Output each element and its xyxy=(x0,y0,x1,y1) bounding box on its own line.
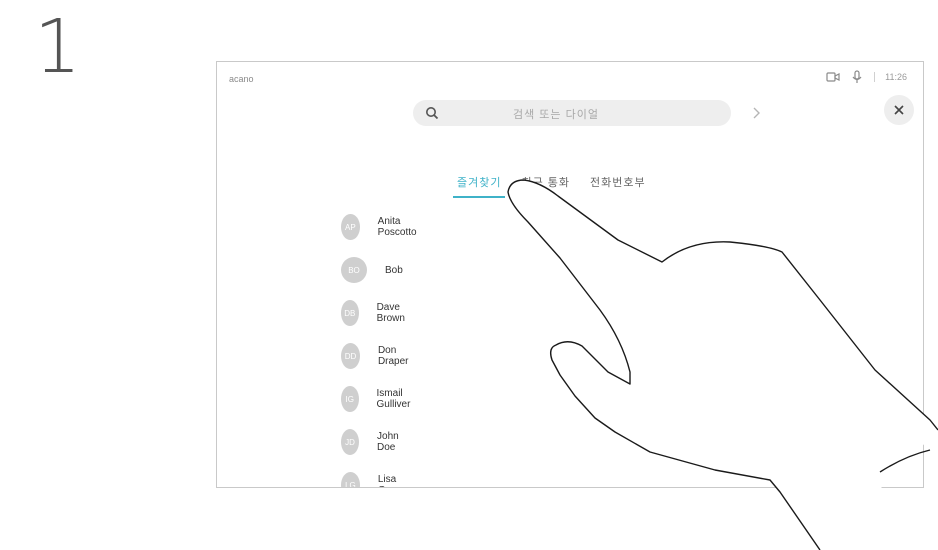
list-item[interactable]: BO Bob xyxy=(341,255,403,285)
avatar: JD xyxy=(341,429,360,455)
list-item[interactable]: IG Ismail Gulliver xyxy=(341,384,419,414)
search-icon xyxy=(425,106,439,120)
avatar: AP xyxy=(341,214,360,240)
close-icon xyxy=(894,105,904,115)
device-name: acano xyxy=(229,74,254,84)
avatar: IG xyxy=(341,386,359,412)
avatar: DB xyxy=(341,300,359,326)
list-item[interactable]: LG Lisa Gonzo xyxy=(341,470,414,487)
avatar: BO xyxy=(341,257,367,283)
clock: 11:26 xyxy=(885,72,907,82)
status-bar: 11:26 xyxy=(826,70,907,84)
close-button[interactable] xyxy=(884,95,914,125)
tab-directory[interactable]: 전화번호부 xyxy=(586,174,650,198)
status-divider xyxy=(874,72,876,82)
list-item[interactable]: JD John Doe xyxy=(341,427,407,457)
avatar: DD xyxy=(341,343,360,369)
list-item[interactable]: DB Dave Brown xyxy=(341,298,413,328)
search-bar[interactable]: 검색 또는 다이얼 xyxy=(413,100,731,126)
camera-icon[interactable] xyxy=(826,70,840,84)
step-number: 1 xyxy=(34,4,82,90)
tab-recent-calls[interactable]: 최근 통화 xyxy=(517,174,574,198)
contact-name: Don Draper xyxy=(377,345,409,367)
avatar: LG xyxy=(341,472,360,487)
tab-favorites[interactable]: 즐겨찾기 xyxy=(453,174,506,198)
tab-bar: 즐겨찾기 최근 통화 전화번호부 xyxy=(453,174,650,198)
chevron-right-icon[interactable] xyxy=(749,104,763,122)
search-placeholder: 검색 또는 다이얼 xyxy=(513,109,599,121)
contact-name: Ismail Gulliver xyxy=(376,388,411,410)
mic-icon[interactable] xyxy=(850,70,864,84)
contact-name: Anita Poscotto xyxy=(377,216,417,238)
contact-name: Bob xyxy=(385,264,403,276)
device-screen: acano 11:26 검색 또는 다이얼 즐겨찾기 최근 통화 전화번호부 A… xyxy=(216,61,924,488)
contact-name: Dave Brown xyxy=(376,302,405,324)
contact-name: Lisa Gonzo xyxy=(377,474,407,487)
contact-name: John Doe xyxy=(377,431,399,453)
list-item[interactable]: DD Don Draper xyxy=(341,341,416,371)
list-item[interactable]: AP Anita Poscotto xyxy=(341,212,424,242)
